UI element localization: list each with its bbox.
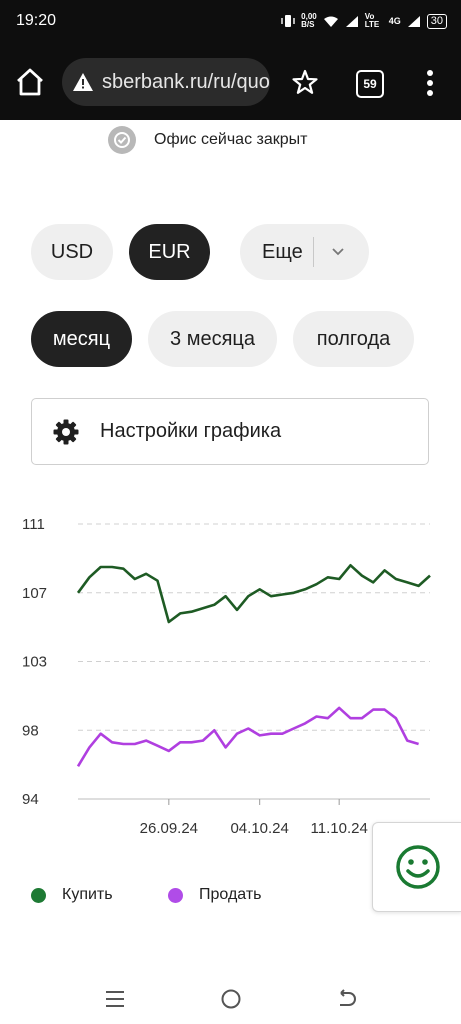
legend-item-sell: Продать bbox=[168, 886, 262, 904]
y-tick-label: 98 bbox=[22, 722, 39, 739]
star-icon[interactable] bbox=[291, 68, 319, 96]
chart-grid bbox=[78, 523, 430, 731]
battery-icon: 30 bbox=[426, 13, 447, 29]
y-axis-labels: 111 107 103 98 94 bbox=[22, 516, 47, 808]
chart-series bbox=[76, 564, 431, 767]
more-currencies-dropdown[interactable]: Еще bbox=[240, 224, 369, 280]
status-icons: 0,00 B/S Vo LTE 4G 30 bbox=[281, 13, 447, 29]
y-tick-label: 94 bbox=[22, 791, 39, 808]
home-icon[interactable] bbox=[14, 66, 46, 98]
y-tick-label: 103 bbox=[22, 654, 47, 671]
legend-dot-sell bbox=[168, 887, 183, 903]
office-status: Офис сейчас закрыт bbox=[108, 126, 307, 154]
browser-toolbar: sberbank.ru/ru/quotes 59 bbox=[0, 44, 461, 120]
volte-label: Vo LTE bbox=[364, 12, 380, 29]
status-bar: 19:20 0,00 B/S Vo LTE 4G 30 bbox=[0, 0, 461, 44]
y-tick-label: 107 bbox=[22, 585, 47, 602]
home-circle-icon[interactable] bbox=[220, 988, 242, 1010]
currency-tab-usd[interactable]: USD bbox=[31, 224, 113, 280]
net-speed: 0,00 B/S bbox=[301, 12, 317, 29]
currency-tab-eur[interactable]: EUR bbox=[129, 224, 210, 280]
period-tab-month[interactable]: месяц bbox=[31, 311, 132, 367]
dropdown-divider bbox=[313, 237, 314, 267]
x-tick-label: 11.10.24 bbox=[311, 820, 368, 837]
address-bar[interactable]: sberbank.ru/ru/quotes bbox=[62, 58, 270, 106]
feedback-button[interactable] bbox=[372, 822, 461, 912]
series-line-buy bbox=[76, 564, 431, 624]
office-status-text: Офис сейчас закрыт bbox=[154, 131, 308, 148]
system-nav-bar bbox=[0, 974, 461, 1024]
network-type: 4G bbox=[388, 16, 401, 26]
more-vert-icon[interactable] bbox=[420, 68, 440, 98]
period-tab-3-months[interactable]: 3 месяца bbox=[148, 311, 277, 367]
x-axis-labels: 26.09.24 04.10.24 11.10.24 bbox=[140, 799, 368, 837]
more-label: Еще bbox=[262, 240, 303, 263]
warning-icon[interactable] bbox=[72, 71, 94, 93]
vibrate-icon bbox=[281, 15, 295, 27]
chart-settings-label: Настройки графика bbox=[100, 420, 282, 442]
wifi-icon bbox=[323, 16, 338, 27]
menu-icon[interactable] bbox=[105, 990, 125, 1008]
series-line-sell bbox=[76, 706, 419, 767]
x-tick-label: 04.10.24 bbox=[230, 820, 288, 837]
rate-chart: 111 107 103 98 94 26.09.24 04.10.24 11.10.24 bbox=[22, 516, 431, 837]
chart-settings-button[interactable]: Настройки графика bbox=[31, 398, 429, 465]
legend-label-buy: Купить bbox=[62, 886, 113, 903]
status-time: 19:20 bbox=[16, 12, 57, 29]
url-text[interactable]: sberbank.ru/ru/quotes bbox=[102, 71, 270, 94]
signal-icon-2 bbox=[407, 15, 420, 27]
x-tick-label: 26.09.24 bbox=[140, 820, 198, 837]
signal-icon bbox=[345, 15, 358, 27]
gear-icon bbox=[53, 419, 79, 444]
back-icon[interactable] bbox=[335, 988, 357, 1010]
clock-check-icon bbox=[108, 126, 136, 154]
legend-item-buy: Купить bbox=[31, 886, 113, 904]
smiley-icon bbox=[395, 845, 440, 889]
legend-dot-buy bbox=[31, 887, 46, 903]
chevron-down-icon[interactable] bbox=[330, 244, 346, 260]
legend-label-sell: Продать bbox=[199, 886, 262, 903]
period-tab-half-year[interactable]: полгода bbox=[293, 311, 414, 367]
y-tick-label: 111 bbox=[22, 516, 45, 533]
tabs-icon[interactable]: 59 bbox=[356, 70, 384, 98]
